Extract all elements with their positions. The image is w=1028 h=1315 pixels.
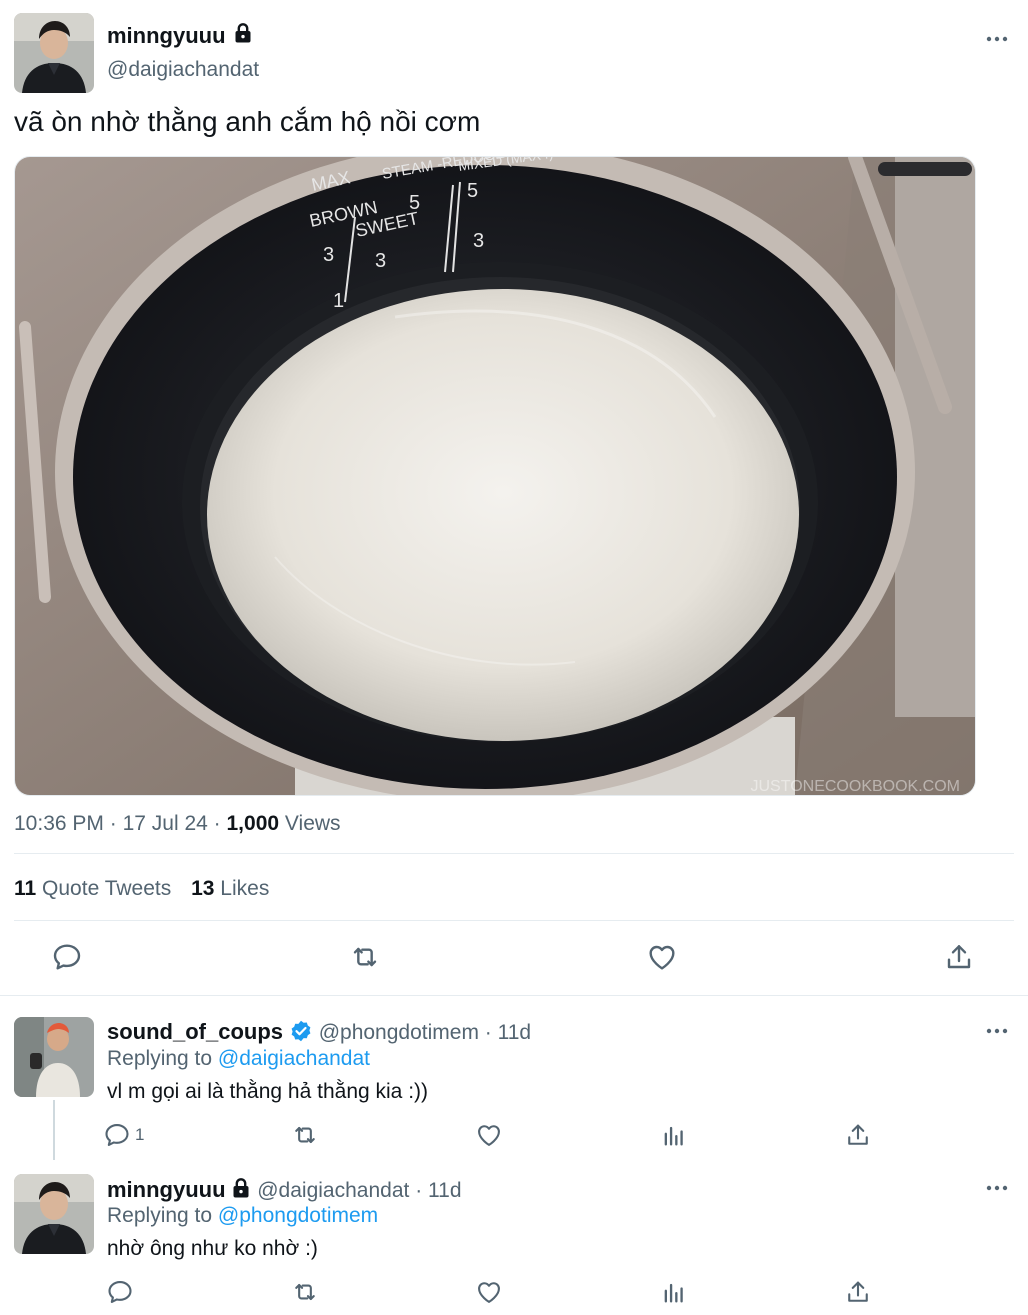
share-icon [844, 1278, 872, 1306]
reply-author-handle[interactable]: @daigiachandat [257, 1179, 409, 1202]
tweet-date[interactable]: 17 Jul 24 [123, 812, 208, 835]
more-options-icon[interactable] [985, 33, 1009, 45]
like-icon [475, 1278, 503, 1306]
rice-cooker-photo: MAX BROWN SWEET STEAM -REDUCE MIXED (MAX… [15, 157, 975, 795]
reply-age[interactable]: · 11d [415, 1179, 461, 1202]
retweet-button[interactable] [348, 940, 382, 974]
quote-label: Quote Tweets [42, 877, 172, 900]
meta-separator: · [213, 812, 221, 835]
like-icon [646, 941, 678, 973]
share-button[interactable] [942, 940, 976, 974]
analytics-button[interactable] [657, 1275, 691, 1309]
reply-age[interactable]: · 11d [485, 1021, 531, 1044]
reply-button[interactable] [50, 940, 84, 974]
quote-count: 11 [14, 877, 37, 900]
reply-button[interactable]: 1 [103, 1118, 144, 1152]
more-options-icon[interactable] [985, 1182, 1009, 1194]
divider [0, 995, 1028, 996]
scale-mark-1: 1 [333, 290, 344, 312]
reply-avatar[interactable] [14, 1174, 94, 1254]
author-handle[interactable]: @daigiachandat [107, 58, 259, 82]
reply-text: nhờ ông như ko nhờ :) [107, 1237, 318, 1260]
replying-to-handle[interactable]: @daigiachandat [218, 1047, 370, 1070]
reply-icon [106, 1278, 134, 1306]
analytics-button[interactable] [657, 1118, 691, 1152]
replying-prefix: Replying to [107, 1204, 213, 1227]
divider [14, 853, 1014, 854]
retweet-icon [291, 1121, 319, 1149]
reply-author-name[interactable]: minngyuuu [107, 1177, 226, 1202]
lock-icon [231, 1177, 251, 1199]
views-count: 1,000 [226, 812, 280, 835]
replying-to: Replying to @daigiachandat [107, 1047, 370, 1071]
reply-author-handle[interactable]: @phongdotimem [319, 1021, 479, 1044]
retweet-button[interactable] [288, 1275, 322, 1309]
share-button[interactable] [841, 1275, 875, 1309]
divider [14, 920, 1014, 921]
reply-text: vl m gọi ai là thằng hả thằng kia :)) [107, 1080, 429, 1103]
tweet-text: vã òn nhờ thằng anh cắm hộ nồi cơm [14, 106, 481, 137]
likes-stat[interactable]: 13 Likes [191, 877, 269, 900]
retweet-icon [291, 1278, 319, 1306]
meta-separator: · [109, 812, 117, 835]
scale-mark-3a: 3 [323, 244, 334, 266]
tweet-stats: 11 Quote Tweets 13 Likes [14, 877, 269, 901]
author-avatar[interactable] [14, 13, 94, 93]
reply-header: sound_of_coups @phongdotimem · 11d [107, 1019, 531, 1045]
reply-icon [103, 1121, 131, 1149]
tweet-image[interactable]: MAX BROWN SWEET STEAM -REDUCE MIXED (MAX… [14, 156, 976, 796]
reply-icon [51, 941, 83, 973]
tweet-time[interactable]: 10:36 PM [14, 812, 104, 835]
like-button[interactable] [472, 1275, 506, 1309]
like-icon [475, 1121, 503, 1149]
retweet-button[interactable] [288, 1118, 322, 1152]
replying-to: Replying to @phongdotimem [107, 1204, 378, 1228]
reply-author-name[interactable]: sound_of_coups [107, 1019, 283, 1044]
scale-mark-3c: 3 [473, 230, 484, 252]
scale-mark-3b: 3 [375, 250, 386, 272]
scale-mark-5b: 5 [467, 180, 478, 202]
replying-prefix: Replying to [107, 1047, 213, 1070]
quote-tweets-stat[interactable]: 11 Quote Tweets [14, 877, 171, 900]
likes-count: 13 [191, 877, 215, 900]
thread-line [53, 1100, 55, 1160]
lock-icon [233, 22, 253, 44]
retweet-icon [349, 941, 381, 973]
reply-header: minngyuuu @daigiachandat · 11d [107, 1177, 462, 1203]
reply-button[interactable] [103, 1275, 137, 1309]
like-button[interactable] [472, 1118, 506, 1152]
more-options-icon[interactable] [985, 1025, 1009, 1037]
replying-to-handle[interactable]: @phongdotimem [218, 1204, 378, 1227]
tweet-meta: 10:36 PM · 17 Jul 24 · 1,000 Views [14, 812, 341, 836]
reply-count: 1 [135, 1125, 145, 1144]
views-label: Views [284, 812, 341, 835]
share-button[interactable] [841, 1118, 875, 1152]
verified-badge-icon [289, 1019, 313, 1043]
scale-mark-5a: 5 [409, 192, 420, 214]
image-watermark: JUSTONECOOKBOOK.COM [750, 778, 960, 795]
analytics-icon [660, 1278, 688, 1306]
analytics-icon [660, 1121, 688, 1149]
share-icon [844, 1121, 872, 1149]
author-name[interactable]: minngyuuu [107, 23, 226, 49]
share-icon [943, 941, 975, 973]
likes-label: Likes [220, 877, 270, 900]
reply-avatar[interactable] [14, 1017, 94, 1097]
like-button[interactable] [645, 940, 679, 974]
